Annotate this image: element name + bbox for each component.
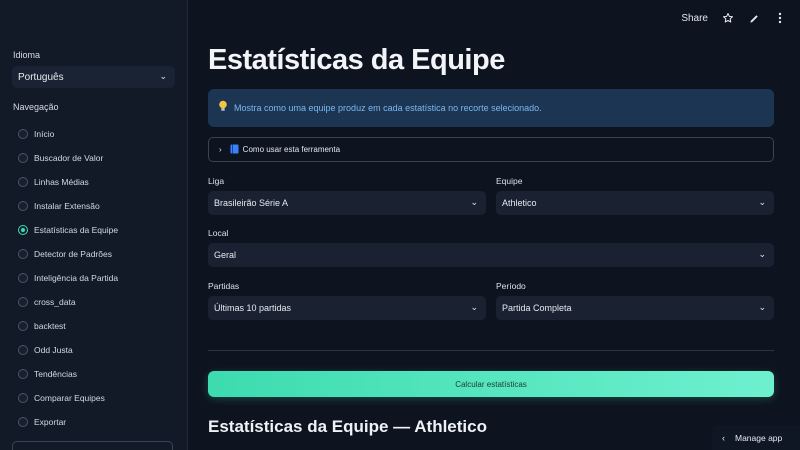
- pencil-icon[interactable]: [748, 12, 760, 24]
- section-title: Estatísticas da Equipe — Athletico: [208, 417, 487, 436]
- info-alert: Mostra como uma equipe produz em cada es…: [208, 89, 774, 127]
- nav-item-tendencias[interactable]: Tendências: [18, 362, 118, 386]
- radio-icon[interactable]: [18, 153, 28, 163]
- book-icon: [230, 144, 239, 156]
- language-select[interactable]: Português ⌄: [12, 66, 175, 88]
- nav-item-label: Exportar: [34, 417, 67, 427]
- nav-item-cross-data[interactable]: cross_data: [18, 290, 118, 314]
- divider: [208, 350, 774, 351]
- sidebar: Idioma Português ⌄ Navegação Início Busc…: [0, 0, 188, 450]
- chevron-right-icon: ›: [219, 145, 222, 154]
- nav-item-inteligencia-da-partida[interactable]: Inteligência da Partida: [18, 266, 118, 290]
- nav-item-exportar[interactable]: Exportar: [18, 410, 118, 434]
- calculate-stats-button[interactable]: Calcular estatísticas: [208, 371, 774, 397]
- nav-item-label: Início: [34, 129, 55, 139]
- nav-item-label: Instalar Extensão: [34, 201, 100, 211]
- liga-value: Brasileirão Série A: [214, 198, 289, 208]
- nav-radio-group: Início Buscador de Valor Linhas Médias I…: [18, 122, 118, 434]
- radio-icon[interactable]: [18, 417, 28, 427]
- radio-icon[interactable]: [18, 369, 28, 379]
- radio-icon[interactable]: [18, 249, 28, 259]
- radio-icon[interactable]: [18, 273, 28, 283]
- radio-icon[interactable]: [18, 345, 28, 355]
- nav-item-estatisticas-da-equipe[interactable]: Estatísticas da Equipe: [18, 218, 118, 242]
- radio-checked-icon[interactable]: [18, 225, 28, 235]
- nav-item-label: cross_data: [34, 297, 76, 307]
- chevron-left-icon: ‹: [722, 432, 725, 443]
- share-button[interactable]: Share: [681, 13, 708, 24]
- nav-item-detector-de-padroes[interactable]: Detector de Padrões: [18, 242, 118, 266]
- kebab-menu-icon[interactable]: [774, 12, 786, 24]
- radio-icon[interactable]: [18, 129, 28, 139]
- partidas-label: Partidas: [208, 281, 240, 291]
- nav-item-label: Inteligência da Partida: [34, 273, 119, 283]
- star-icon[interactable]: [722, 12, 734, 24]
- header-toolbar: Share: [681, 12, 786, 24]
- radio-icon[interactable]: [18, 393, 28, 403]
- nav-item-label: Comparar Equipes: [34, 393, 105, 403]
- liga-label: Liga: [208, 176, 225, 186]
- equipe-label: Equipe: [496, 176, 523, 186]
- local-label: Local: [208, 228, 229, 238]
- periodo-value: Partida Completa: [502, 303, 572, 313]
- page-title: Estatísticas da Equipe: [208, 44, 505, 76]
- how-to-use-expander[interactable]: › Como usar esta ferramenta: [208, 137, 774, 162]
- nav-item-label: backtest: [34, 321, 66, 331]
- chevron-down-icon: ⌄: [159, 71, 167, 81]
- periodo-select[interactable]: Partida Completa ⌄: [496, 296, 774, 320]
- chevron-down-icon: ⌄: [470, 197, 478, 207]
- nav-item-label: Detector de Padrões: [34, 249, 112, 259]
- lightbulb-icon: [218, 99, 228, 117]
- radio-icon[interactable]: [18, 177, 28, 187]
- language-value: Português: [18, 72, 64, 83]
- local-select[interactable]: Geral ⌄: [208, 243, 774, 267]
- info-text: Mostra como uma equipe produz em cada es…: [234, 103, 542, 113]
- partidas-value: Últimas 10 partidas: [214, 303, 292, 313]
- main-content: Share Estatísticas da Equipe Mostra como…: [189, 0, 800, 450]
- local-value: Geral: [214, 250, 237, 260]
- nav-item-buscador-de-valor[interactable]: Buscador de Valor: [18, 146, 118, 170]
- nav-item-backtest[interactable]: backtest: [18, 314, 118, 338]
- periodo-label: Período: [496, 281, 526, 291]
- radio-icon[interactable]: [18, 297, 28, 307]
- nav-item-label: Estatísticas da Equipe: [34, 225, 119, 235]
- nav-item-label: Tendências: [34, 369, 78, 379]
- manage-app-label: Manage app: [735, 432, 783, 443]
- nav-item-comparar-equipes[interactable]: Comparar Equipes: [18, 386, 118, 410]
- language-label: Idioma: [13, 50, 41, 60]
- nav-item-label: Buscador de Valor: [34, 153, 104, 163]
- chevron-down-icon: ⌄: [470, 302, 478, 312]
- equipe-select[interactable]: Athletico ⌄: [496, 191, 774, 215]
- navigation-label: Navegação: [13, 102, 59, 112]
- nav-item-linhas-medias[interactable]: Linhas Médias: [18, 170, 118, 194]
- nav-item-label: Linhas Médias: [34, 177, 89, 187]
- manage-app-button[interactable]: ‹ Manage app: [712, 425, 800, 450]
- chevron-down-icon: ⌄: [758, 302, 766, 312]
- chevron-down-icon: ⌄: [758, 197, 766, 207]
- nav-item-inicio[interactable]: Início: [18, 122, 118, 146]
- expander-label: Como usar esta ferramenta: [242, 145, 341, 154]
- radio-icon[interactable]: [18, 201, 28, 211]
- partidas-select[interactable]: Últimas 10 partidas ⌄: [208, 296, 486, 320]
- liga-select[interactable]: Brasileirão Série A ⌄: [208, 191, 486, 215]
- nav-item-instalar-extensao[interactable]: Instalar Extensão: [18, 194, 118, 218]
- sidebar-bottom-button[interactable]: [12, 441, 173, 450]
- equipe-value: Athletico: [502, 198, 537, 208]
- chevron-down-icon: ⌄: [758, 249, 766, 259]
- radio-icon[interactable]: [18, 321, 28, 331]
- nav-item-odd-justa[interactable]: Odd Justa: [18, 338, 118, 362]
- nav-item-label: Odd Justa: [34, 345, 73, 355]
